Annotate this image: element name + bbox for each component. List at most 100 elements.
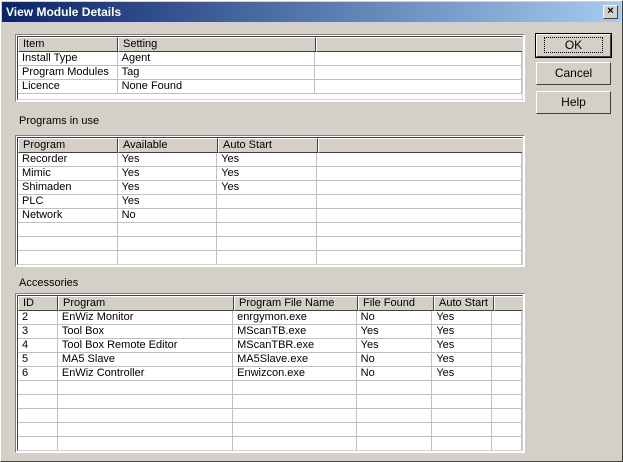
ok-button[interactable]: OK xyxy=(535,33,612,58)
table-cell xyxy=(18,237,118,251)
table-cell xyxy=(492,437,522,450)
table-cell: 3 xyxy=(18,325,58,339)
table-cell xyxy=(492,395,522,409)
table-cell: MA5 Slave xyxy=(57,353,234,367)
column-header-program-file-name[interactable]: Program File Name xyxy=(234,296,358,311)
table-cell: Mimic xyxy=(18,167,118,181)
table-row[interactable]: Shimaden Yes Yes xyxy=(18,181,522,195)
table-cell xyxy=(316,209,522,223)
column-header-auto-start[interactable]: Auto Start xyxy=(218,138,318,153)
table-row[interactable]: Mimic Yes Yes xyxy=(18,167,522,181)
table-row[interactable]: 5 MA5 Slave MA5Slave.exe No Yes xyxy=(18,353,522,367)
table-cell xyxy=(317,251,522,264)
table-row[interactable] xyxy=(18,423,522,437)
table-cell xyxy=(492,339,522,353)
table-cell: Program Modules xyxy=(18,66,118,80)
table-cell xyxy=(492,381,522,395)
column-header-program[interactable]: Program xyxy=(58,296,234,311)
table-cell: Install Type xyxy=(18,52,118,66)
column-header-item[interactable]: Item xyxy=(18,37,118,52)
table-cell: Yes xyxy=(217,167,317,181)
table-cell xyxy=(356,423,433,437)
table-row[interactable]: 2 EnWiz Monitor enrgymon.exe No Yes xyxy=(18,311,522,325)
table-cell xyxy=(18,381,58,395)
table-cell: Yes xyxy=(432,367,493,381)
table-cell xyxy=(314,66,522,80)
table-row[interactable]: Install Type Agent xyxy=(18,52,522,66)
table-cell xyxy=(432,437,493,450)
table-cell xyxy=(57,381,234,395)
accessories-label: Accessories xyxy=(19,277,79,289)
column-header-auto-start[interactable]: Auto Start xyxy=(434,296,494,311)
table-cell xyxy=(118,251,218,264)
table-row[interactable] xyxy=(18,437,522,450)
table-cell: Yes xyxy=(117,195,218,209)
table-cell: MScanTB.exe xyxy=(233,325,357,339)
column-header-id[interactable]: ID xyxy=(18,296,58,311)
table-row[interactable]: 3 Tool Box MScanTB.exe Yes Yes xyxy=(18,325,522,339)
column-header-available[interactable]: Available xyxy=(118,138,218,153)
table-row[interactable] xyxy=(18,381,522,395)
table-cell: Yes xyxy=(117,153,218,167)
table-cell xyxy=(357,437,433,450)
view-module-details-dialog: View Module Details × Item Setting Insta… xyxy=(0,0,623,462)
table-row[interactable]: PLC Yes xyxy=(18,195,522,209)
table-cell: 6 xyxy=(18,367,58,381)
table-cell xyxy=(492,353,522,367)
table-row[interactable]: 6 EnWiz Controller Enwizcon.exe No Yes xyxy=(18,367,522,381)
accessories-grid[interactable]: ID Program Program File Name File Found … xyxy=(15,293,525,453)
column-header-setting[interactable]: Setting xyxy=(118,37,316,52)
table-cell: Yes xyxy=(217,153,317,167)
table-row[interactable]: 4 Tool Box Remote Editor MScanTBR.exe Yes Ye… xyxy=(18,339,522,353)
close-button[interactable]: × xyxy=(603,5,618,19)
table-cell xyxy=(18,423,58,437)
table-cell: Recorder xyxy=(18,153,118,167)
table-row[interactable] xyxy=(18,395,522,409)
table-cell: enrgymon.exe xyxy=(233,311,357,325)
table-cell: No xyxy=(356,367,433,381)
table-cell xyxy=(217,251,317,264)
details-rows: Install Type Agent Program Modules Tag Licen… xyxy=(18,52,522,94)
table-cell xyxy=(432,381,493,395)
table-cell: Yes xyxy=(356,339,433,353)
programs-rows: Recorder Yes Yes Mimic Yes Yes Shimaden Yes Yes P… xyxy=(18,153,522,264)
table-cell xyxy=(57,409,234,423)
column-header-program[interactable]: Program xyxy=(18,138,118,153)
table-cell: None Found xyxy=(117,80,315,94)
table-cell xyxy=(316,153,522,167)
column-header-spacer xyxy=(318,138,522,153)
programs-grid[interactable]: Program Available Auto Start Recorder Yes… xyxy=(15,135,525,267)
table-cell xyxy=(117,237,218,251)
table-cell: Tool Box Remote Editor xyxy=(57,339,234,353)
column-header-file-found[interactable]: File Found xyxy=(358,296,434,311)
table-row[interactable] xyxy=(18,251,522,264)
table-row[interactable]: Recorder Yes Yes xyxy=(18,153,522,167)
table-row[interactable]: Licence None Found xyxy=(18,80,522,94)
table-cell: Shimaden xyxy=(18,181,118,195)
table-cell: 2 xyxy=(18,311,58,325)
table-cell: PLC xyxy=(18,195,118,209)
programs-grid-header: Program Available Auto Start xyxy=(18,138,522,153)
table-row[interactable]: Program Modules Tag xyxy=(18,66,522,80)
table-row[interactable] xyxy=(18,409,522,423)
cancel-button[interactable]: Cancel xyxy=(536,62,611,85)
table-row[interactable] xyxy=(18,223,522,237)
table-cell xyxy=(316,237,522,251)
table-cell xyxy=(217,195,317,209)
table-cell xyxy=(356,395,433,409)
ok-button-label: OK xyxy=(543,37,604,53)
table-row[interactable] xyxy=(18,237,522,251)
table-cell xyxy=(492,325,522,339)
table-cell: Yes xyxy=(432,353,493,367)
column-header-spacer xyxy=(316,37,522,52)
table-cell xyxy=(356,409,433,423)
table-row[interactable]: Network No xyxy=(18,209,522,223)
table-cell: 4 xyxy=(18,339,58,353)
table-cell: No xyxy=(117,209,218,223)
table-cell xyxy=(316,167,522,181)
table-cell xyxy=(233,395,357,409)
table-cell: Agent xyxy=(117,52,315,66)
help-button[interactable]: Help xyxy=(536,91,611,114)
table-cell: Yes xyxy=(117,181,218,195)
details-grid[interactable]: Item Setting Install Type Agent Program Mo… xyxy=(15,34,525,102)
